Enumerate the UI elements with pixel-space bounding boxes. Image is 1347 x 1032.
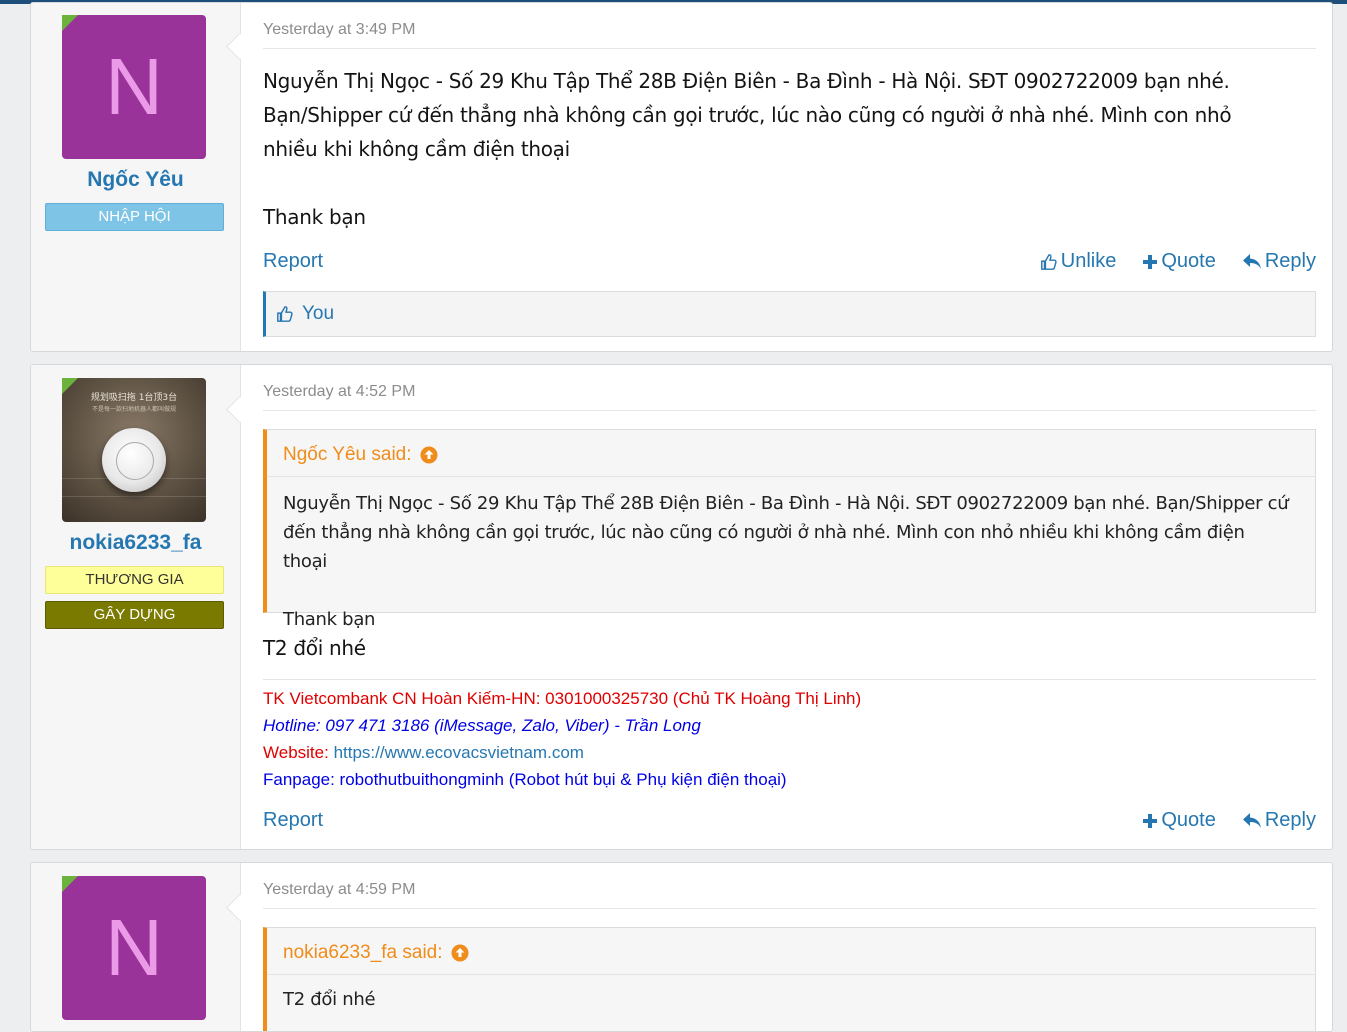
post-actions: Report Unlike Quote Reply: [263, 250, 1316, 276]
post-line: T2 đổi nhé: [263, 636, 366, 660]
website-link[interactable]: https://www.ecovacsvietnam.com: [334, 743, 584, 762]
reply-label: Reply: [1264, 809, 1316, 831]
quote-button[interactable]: Quote: [1142, 809, 1216, 832]
user-column: N: [31, 863, 241, 1031]
quote-author-label: nokia6233_fa said:: [283, 942, 443, 963]
post-date[interactable]: Yesterday at 4:59 PM: [263, 881, 415, 899]
online-indicator: [62, 378, 78, 394]
avatar-caption: 规划吸扫拖 1台顶3台: [90, 393, 178, 403]
username[interactable]: Ngốc Yêu: [31, 168, 240, 192]
reply-button[interactable]: Reply: [1242, 250, 1316, 273]
user-column: N Ngốc Yêu NHẬP HỘI: [31, 3, 241, 351]
avatar[interactable]: N: [62, 876, 206, 1020]
post-actions: Report Quote Reply: [263, 809, 1316, 835]
user-title-badge: THƯƠNG GIA: [45, 566, 224, 594]
unlike-label: Unlike: [1060, 250, 1117, 272]
post-text: T2 đổi nhé: [263, 631, 1316, 665]
report-link[interactable]: Report: [263, 250, 323, 273]
arrow-up-circle-icon: [420, 446, 438, 464]
post-line: Bạn/Shipper cứ đến thẳng nhà không cần g…: [263, 103, 1232, 127]
post-line: nhiều khi không cầm điện thoại: [263, 137, 570, 161]
message-content: Yesterday at 3:49 PM Nguyễn Thị Ngọc - S…: [263, 3, 1316, 351]
quote-block: nokia6233_fa said: T2 đổi nhé: [263, 927, 1316, 1031]
post-1: N Ngốc Yêu NHẬP HỘI Yesterday at 3:49 PM…: [30, 2, 1333, 352]
quote-author[interactable]: Ngốc Yêu said:: [283, 444, 438, 466]
quote-block: Ngốc Yêu said: Nguyễn Thị Ngọc - Số 29 K…: [263, 429, 1316, 630]
online-indicator: [62, 15, 78, 31]
avatar-subcaption: 不是每一款扫地机器人都叫做规: [91, 406, 176, 413]
user-banner-badge: GÂY DỰNG: [45, 601, 224, 629]
quote-line: T2 đổi nhé: [283, 989, 376, 1010]
likes-summary: You: [263, 291, 1316, 337]
quote-text: T2 đổi nhé: [283, 985, 1291, 1014]
likes-user-link[interactable]: You: [302, 303, 334, 325]
quote-line: Nguyễn Thị Ngọc - Số 29 Khu Tập Thể 28B …: [283, 493, 1289, 514]
thumbs-up-icon: [277, 306, 293, 322]
post-text: Nguyễn Thị Ngọc - Số 29 Khu Tập Thể 28B …: [263, 64, 1316, 234]
quote-label: Quote: [1161, 809, 1216, 831]
user-title-badge: NHẬP HỘI: [45, 203, 224, 231]
user-column: 规划吸扫拖 1台顶3台 不是每一款扫地机器人都叫做规 nokia6233_fa …: [31, 365, 241, 849]
post-2: 规划吸扫拖 1台顶3台 不是每一款扫地机器人都叫做规 nokia6233_fa …: [30, 364, 1333, 850]
robot-vacuum-image: [102, 428, 166, 492]
divider: [263, 410, 1316, 411]
signature-fanpage: Fanpage: robothutbuithongminh (Robot hút…: [263, 770, 787, 789]
arrow-up-circle-icon: [451, 944, 469, 962]
signature-divider: [263, 679, 1316, 680]
post-line: Nguyễn Thị Ngọc - Số 29 Khu Tập Thể 28B …: [263, 69, 1230, 93]
quote-author[interactable]: nokia6233_fa said:: [283, 942, 469, 964]
quote-label: Quote: [1161, 250, 1216, 272]
plus-icon: [1143, 254, 1158, 269]
message-content: Yesterday at 4:59 PM nokia6233_fa said: …: [263, 863, 1316, 1031]
quote-author-label: Ngốc Yêu said:: [283, 444, 412, 465]
reply-icon: [1242, 812, 1261, 828]
post-date[interactable]: Yesterday at 3:49 PM: [263, 21, 415, 39]
signature-bank: TK Vietcombank CN Hoàn Kiếm-HN: 03010003…: [263, 689, 862, 708]
reply-icon: [1242, 253, 1261, 269]
message-content: Yesterday at 4:52 PM Ngốc Yêu said: Nguy…: [263, 365, 1316, 849]
post-3: N Yesterday at 4:59 PM nokia6233_fa said…: [30, 862, 1333, 1032]
post-line: Thank bạn: [263, 205, 366, 229]
reply-label: Reply: [1264, 250, 1316, 272]
quote-text: Nguyễn Thị Ngọc - Số 29 Khu Tập Thể 28B …: [283, 489, 1291, 634]
reply-button[interactable]: Reply: [1242, 809, 1316, 832]
divider: [263, 908, 1316, 909]
unlike-button[interactable]: Unlike: [1040, 250, 1117, 273]
avatar[interactable]: 规划吸扫拖 1台顶3台 不是每一款扫地机器人都叫做规: [62, 378, 206, 522]
plus-icon: [1143, 813, 1158, 828]
avatar[interactable]: N: [62, 15, 206, 159]
signature-hotline: Hotline: 097 471 3186 (iMessage, Zalo, V…: [263, 716, 701, 735]
thumbs-up-icon: [1040, 253, 1057, 270]
quote-button[interactable]: Quote: [1142, 250, 1216, 273]
quote-line: đến thẳng nhà không cần gọi trước, lúc n…: [283, 522, 1245, 572]
signature-website: Website: https://www.ecovacsvietnam.com: [263, 743, 584, 762]
signature: TK Vietcombank CN Hoàn Kiếm-HN: 03010003…: [263, 685, 1316, 793]
username[interactable]: nokia6233_fa: [31, 531, 240, 555]
report-link[interactable]: Report: [263, 809, 323, 832]
post-date[interactable]: Yesterday at 4:52 PM: [263, 383, 415, 401]
divider: [263, 48, 1316, 49]
quote-line: Thank bạn: [283, 609, 376, 630]
online-indicator: [62, 876, 78, 892]
